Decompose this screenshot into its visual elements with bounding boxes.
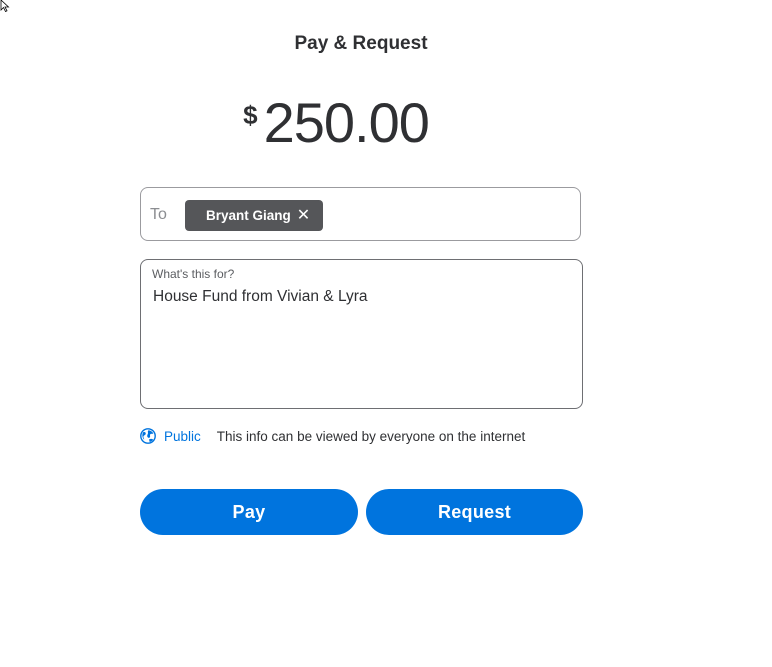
currency-symbol: $ — [243, 100, 258, 130]
recipient-chip[interactable]: Bryant Giang ✕ — [185, 200, 324, 231]
mouse-cursor-icon — [0, 0, 10, 12]
request-button[interactable]: Request — [366, 489, 583, 535]
note-field-value[interactable]: House Fund from Vivian & Lyra — [153, 288, 368, 306]
note-field-label: What's this for? — [152, 267, 235, 281]
remove-recipient-icon[interactable]: ✕ — [297, 207, 310, 224]
pay-request-page: Pay & Request $250.00 To Bryant Giang ✕ … — [0, 0, 772, 667]
recipient-field[interactable]: To Bryant Giang ✕ — [140, 187, 581, 241]
privacy-setting-link[interactable]: Public — [164, 429, 201, 444]
page-title: Pay & Request — [294, 33, 428, 54]
pay-button[interactable]: Pay — [140, 489, 358, 535]
recipient-field-label: To — [150, 206, 167, 223]
note-field[interactable]: What's this for? House Fund from Vivian … — [140, 259, 583, 409]
recipient-chip-name: Bryant Giang — [206, 208, 291, 223]
privacy-description: This info can be viewed by everyone on t… — [216, 428, 526, 444]
privacy-row: Public This info can be viewed by everyo… — [140, 428, 525, 444]
amount-display[interactable]: $250.00 — [0, 90, 672, 155]
amount-value[interactable]: 250.00 — [264, 90, 430, 155]
globe-icon[interactable] — [140, 428, 156, 444]
